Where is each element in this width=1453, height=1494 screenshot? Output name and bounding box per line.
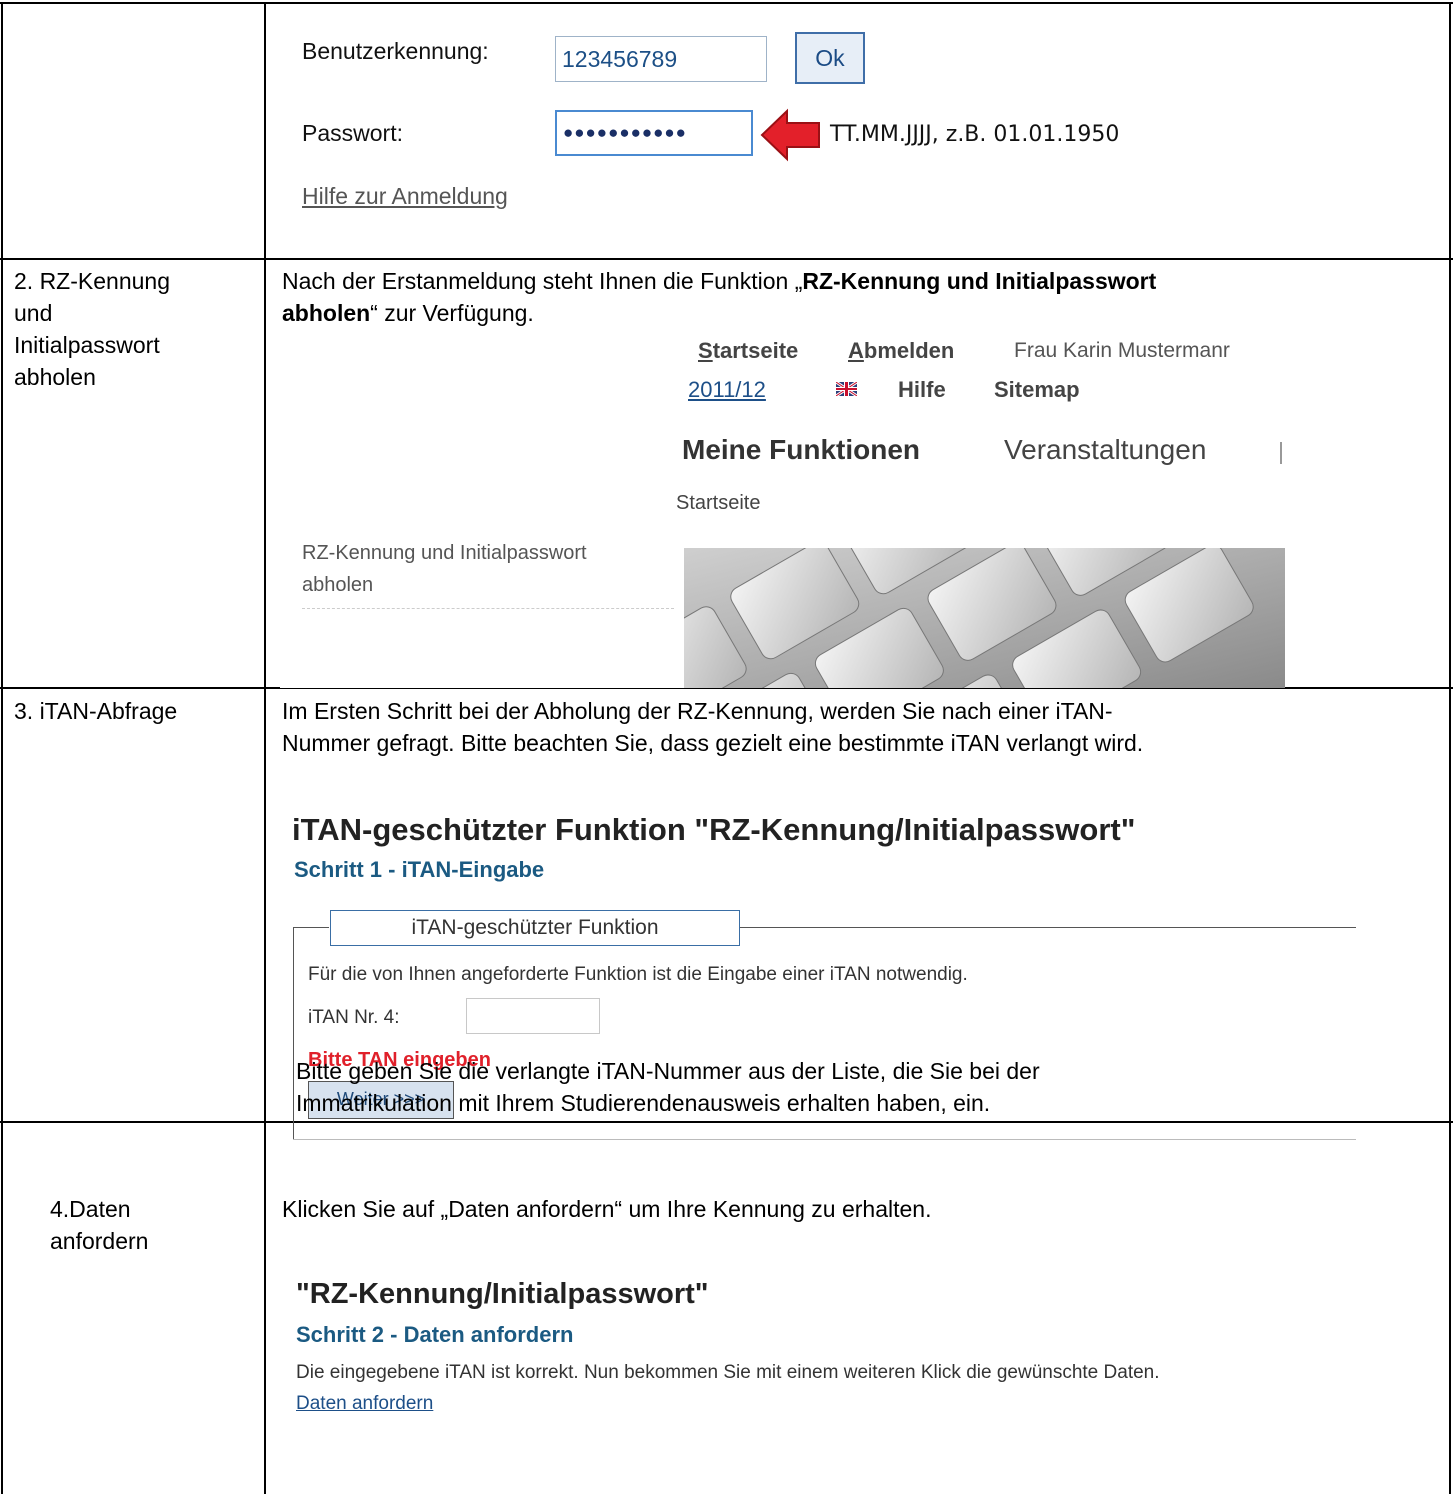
table-border-middle (264, 2, 266, 1494)
intro-bold-function: RZ-Kennung und Initialpasswort (802, 268, 1157, 294)
username-field[interactable]: 123456789 (555, 36, 767, 82)
username-label: Benutzerkennung: (302, 38, 489, 64)
step-4-intro: Klicken Sie auf „Daten anfordern“ um Ihr… (282, 1196, 932, 1222)
itan-notice: Für die von Ihnen angeforderte Funktion … (308, 964, 968, 985)
nav-hilfe[interactable]: Hilfe (898, 377, 946, 403)
nav-abmelden[interactable]: Abmelden (848, 338, 954, 364)
step-4-label-line1: 4.Daten (50, 1196, 131, 1222)
tab-cutoff-mark (1280, 442, 1282, 464)
daten-notice: Die eingegebene iTAN ist korrekt. Nun be… (296, 1362, 1160, 1383)
itan-number-label: iTAN Nr. 4: (308, 1007, 400, 1028)
step-3-outro-line1: Bitte geben Sie die verlangte iTAN-Numme… (296, 1058, 1040, 1084)
ok-button[interactable]: Ok (795, 32, 865, 84)
nav-sitemap[interactable]: Sitemap (994, 377, 1080, 403)
table-border-row1 (0, 258, 1453, 260)
intro-bold-abholen: abholen (282, 300, 371, 326)
step-3-intro-line1: Im Ersten Schritt bei der Abholung der R… (282, 698, 1113, 724)
nav-startseite[interactable]: Startseite (698, 338, 798, 364)
daten-step-heading: Schritt 2 - Daten anfordern (296, 1322, 574, 1347)
nav-user-name: Frau Karin Mustermanr (1014, 339, 1230, 362)
portal-screenshot: Startseite Abmelden Frau Karin Musterman… (280, 330, 1285, 688)
fieldset-top-left (293, 927, 329, 928)
itan-step-heading: Schritt 1 - iTAN-Eingabe (294, 857, 545, 882)
step-3-intro-line2: Nummer gefragt. Bitte beachten Sie, dass… (282, 730, 1144, 756)
side-link-rz-kennung-line2[interactable]: abholen (302, 570, 373, 600)
fieldset-legend: iTAN-geschützter Funktion (330, 910, 740, 946)
daten-page-heading: "RZ-Kennung/Initialpasswort" (296, 1278, 709, 1310)
intro-text-start: Nach der Erstanmeldung steht Ihnen die F… (282, 268, 803, 294)
step-2-label-line2: und (14, 300, 53, 326)
intro-text-end: “ zur Verfügung. (370, 300, 534, 326)
tab-veranstaltungen[interactable]: Veranstaltungen (1004, 434, 1206, 466)
step-3-outro-line2: Immatrikulation mit Ihrem Studierendenau… (296, 1090, 991, 1116)
password-format-hint: TT.MM.JJJJ, z.B. 01.01.1950 (830, 122, 1120, 147)
step-2-label-line3: Initialpasswort (14, 332, 160, 358)
step-3-label: 3. iTAN-Abfrage (14, 698, 178, 724)
table-border-top (0, 2, 1453, 4)
breadcrumb: Startseite (676, 492, 761, 514)
semester-link[interactable]: 2011/12 (688, 377, 766, 403)
login-help-link[interactable]: Hilfe zur Anmeldung (302, 183, 508, 210)
nav-startseite-rest: tartseite (712, 338, 799, 363)
red-arrow-icon (760, 108, 820, 162)
itan-input[interactable] (466, 998, 600, 1034)
tab-meine-funktionen[interactable]: Meine Funktionen (682, 434, 920, 466)
table-border-left (1, 2, 3, 1494)
step-2-intro-line1: Nach der Erstanmeldung steht Ihnen die F… (282, 266, 1156, 296)
daten-anfordern-link[interactable]: Daten anfordern (296, 1393, 433, 1415)
itan-page-heading: iTAN-geschützter Funktion "RZ-Kennung/In… (292, 812, 1136, 847)
side-link-divider (302, 608, 674, 609)
password-label: Passwort: (302, 120, 403, 146)
step-2-intro-line2: abholen“ zur Verfügung. (282, 298, 534, 328)
keyboard-image (684, 548, 1285, 688)
nav-abmelden-rest: bmelden (863, 338, 955, 363)
table-border-row3 (0, 1121, 1453, 1123)
document-table: Benutzerkennung: 123456789 Ok Passwort: … (0, 0, 1453, 1494)
step-2-label-line4: abholen (14, 364, 96, 390)
step-2-label-line1: 2. RZ-Kennung (14, 268, 170, 294)
fieldset-bottom (293, 1139, 1356, 1140)
fieldset-left (293, 927, 294, 1140)
table-border-right (1449, 2, 1451, 1494)
fieldset-top-right (740, 927, 1356, 928)
password-field[interactable]: ●●●●●●●●●●● (555, 110, 753, 156)
step-4-label-line2: anfordern (50, 1228, 149, 1254)
side-link-rz-kennung-line1[interactable]: RZ-Kennung und Initialpasswort (302, 538, 587, 568)
uk-flag-icon[interactable] (836, 382, 857, 396)
